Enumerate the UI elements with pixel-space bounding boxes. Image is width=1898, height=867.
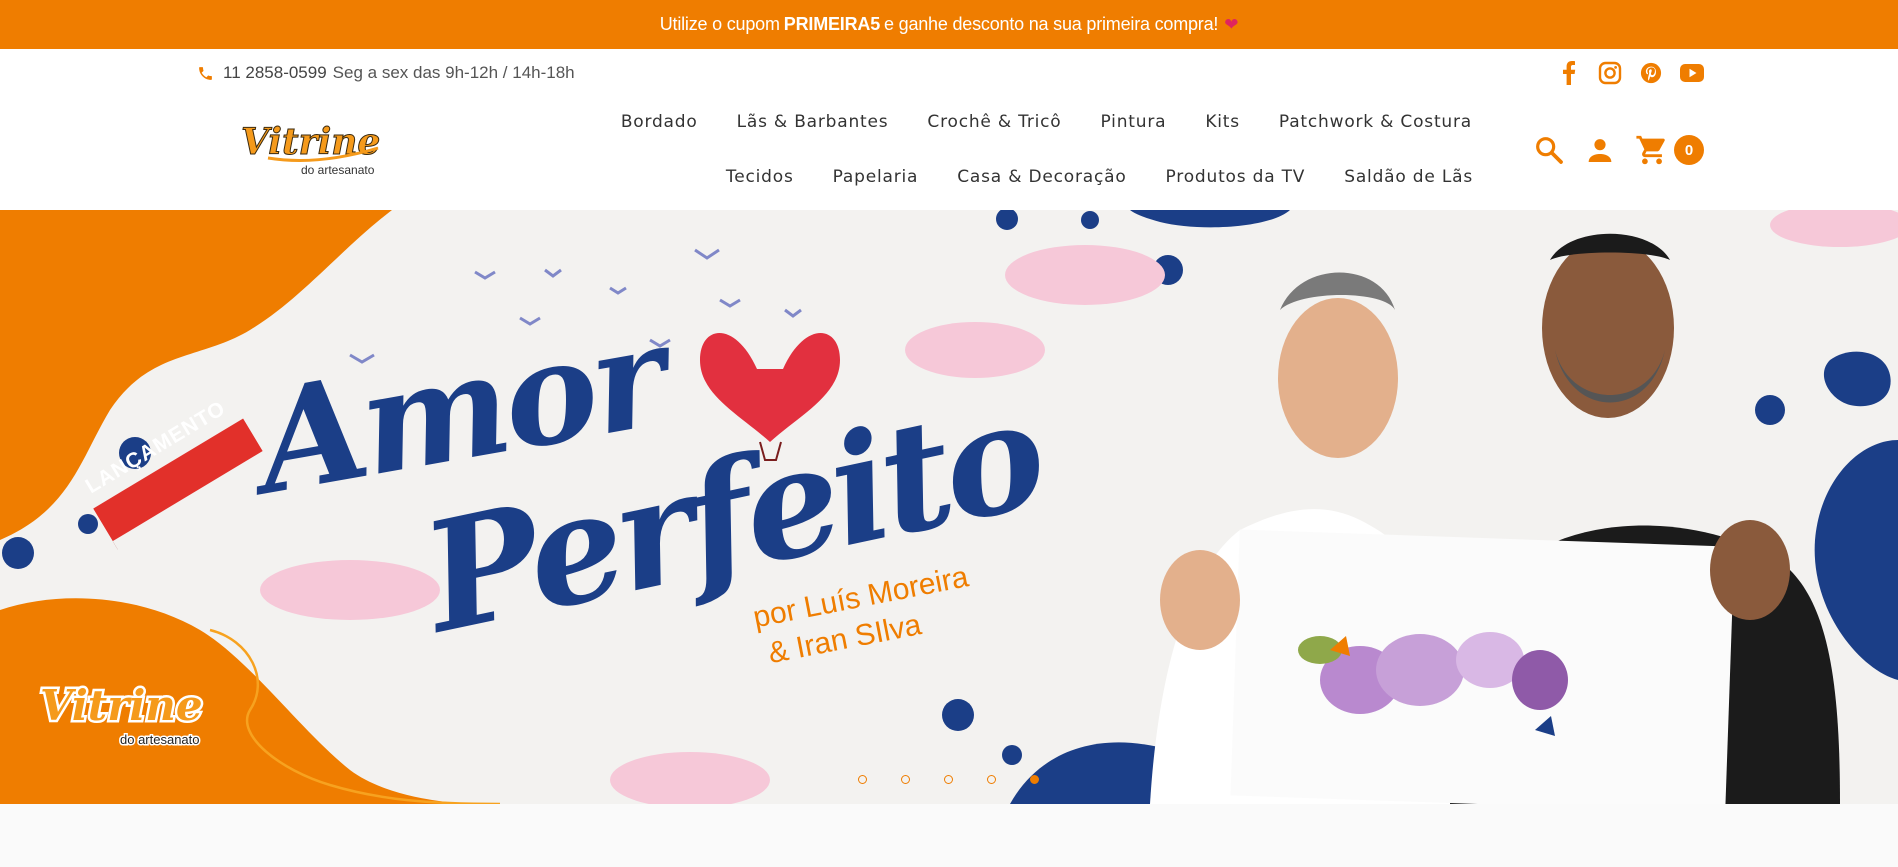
- nav-item-casa-decoracao[interactable]: Casa & Decoração: [957, 167, 1126, 187]
- carousel-dot-4[interactable]: [987, 775, 996, 784]
- nav-item-tecidos[interactable]: Tecidos: [726, 167, 794, 187]
- site-header: 11 2858-0599 Seg a sex das 9h-12h / 14h-…: [0, 49, 1898, 210]
- nav-item-las-barbantes[interactable]: Lãs & Barbantes: [737, 112, 889, 132]
- pinterest-icon[interactable]: [1639, 61, 1663, 85]
- header-tools: 0: [1533, 133, 1704, 167]
- nav-item-kits[interactable]: Kits: [1205, 112, 1240, 132]
- nav-item-saldao-las[interactable]: Saldão de Lãs: [1344, 167, 1473, 187]
- phone-number[interactable]: 11 2858-0599: [223, 63, 327, 83]
- cart-count-badge[interactable]: 0: [1674, 135, 1704, 165]
- carousel-dots: [858, 775, 1039, 784]
- hero-logo: Vitrine do artesanato: [38, 679, 213, 750]
- nav-item-bordado[interactable]: Bordado: [621, 112, 698, 132]
- user-icon[interactable]: [1584, 134, 1616, 166]
- contact-info: 11 2858-0599 Seg a sex das 9h-12h / 14h-…: [197, 63, 575, 83]
- logo-tagline: do artesanato: [301, 163, 375, 176]
- carousel-dot-1[interactable]: [858, 775, 867, 784]
- promo-bar: Utilize o cupom PRIMEIRA5 e ganhe descon…: [0, 0, 1898, 49]
- carousel-dot-2[interactable]: [901, 775, 910, 784]
- business-hours: Seg a sex das 9h-12h / 14h-18h: [332, 63, 575, 82]
- cart-icon[interactable]: [1635, 133, 1669, 167]
- facebook-icon[interactable]: [1557, 61, 1581, 85]
- heart-icon: ❤: [1224, 14, 1239, 34]
- main-nav-row-1: Bordado Lãs & Barbantes Crochê & Tricô P…: [621, 112, 1472, 132]
- search-icon[interactable]: [1533, 134, 1565, 166]
- logo-wordmark: Vitrine: [241, 121, 380, 163]
- promo-code: PRIMEIRA5: [783, 14, 881, 34]
- nav-item-patchwork-costura[interactable]: Patchwork & Costura: [1279, 112, 1472, 132]
- main-nav-row-2: Tecidos Papelaria Casa & Decoração Produ…: [726, 167, 1473, 187]
- social-links: [1557, 61, 1704, 85]
- nav-item-produtos-tv[interactable]: Produtos da TV: [1166, 167, 1306, 187]
- instagram-icon[interactable]: [1598, 61, 1622, 85]
- promo-suffix: e ganhe desconto na sua primeira compra!: [884, 14, 1219, 34]
- hero-logo-tagline: do artesanato: [120, 732, 200, 747]
- site-logo[interactable]: Vitrine do artesanato: [238, 118, 388, 178]
- youtube-icon[interactable]: [1680, 61, 1704, 85]
- content-area: [0, 804, 1898, 867]
- phone-icon: [199, 66, 212, 80]
- carousel-dot-3[interactable]: [944, 775, 953, 784]
- hero-banner[interactable]: LANÇAMENTO Amor Perfeito por Luís Moreir…: [0, 210, 1898, 804]
- nav-item-croche-trico[interactable]: Crochê & Tricô: [927, 112, 1061, 132]
- nav-item-pintura[interactable]: Pintura: [1101, 112, 1167, 132]
- nav-item-papelaria[interactable]: Papelaria: [833, 167, 919, 187]
- carousel-dot-5[interactable]: [1030, 775, 1039, 784]
- promo-prefix: Utilize o cupom: [659, 14, 780, 34]
- hero-logo-wordmark: Vitrine: [40, 681, 203, 730]
